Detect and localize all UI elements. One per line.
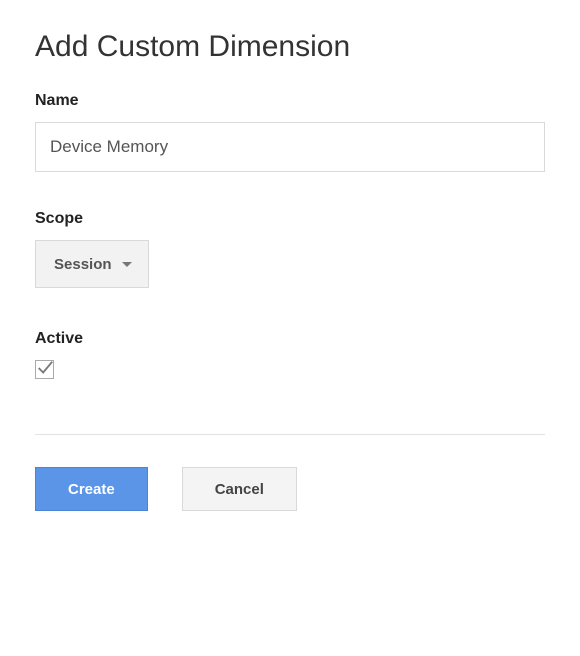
- button-row: Create Cancel: [35, 467, 550, 511]
- scope-field-group: Scope Session: [35, 210, 550, 288]
- cancel-button[interactable]: Cancel: [182, 467, 297, 511]
- scope-dropdown[interactable]: Session: [35, 240, 149, 288]
- name-field-group: Name: [35, 92, 550, 172]
- page-title: Add Custom Dimension: [35, 30, 550, 64]
- name-input[interactable]: [35, 122, 545, 172]
- name-label: Name: [35, 92, 550, 110]
- chevron-down-icon: [122, 262, 132, 267]
- divider: [35, 434, 545, 435]
- active-label: Active: [35, 330, 550, 348]
- checkmark-icon: [36, 359, 54, 377]
- scope-selected-value: Session: [54, 256, 112, 273]
- active-field-group: Active: [35, 330, 550, 384]
- active-checkbox[interactable]: [35, 360, 54, 379]
- create-button[interactable]: Create: [35, 467, 148, 511]
- scope-label: Scope: [35, 210, 550, 228]
